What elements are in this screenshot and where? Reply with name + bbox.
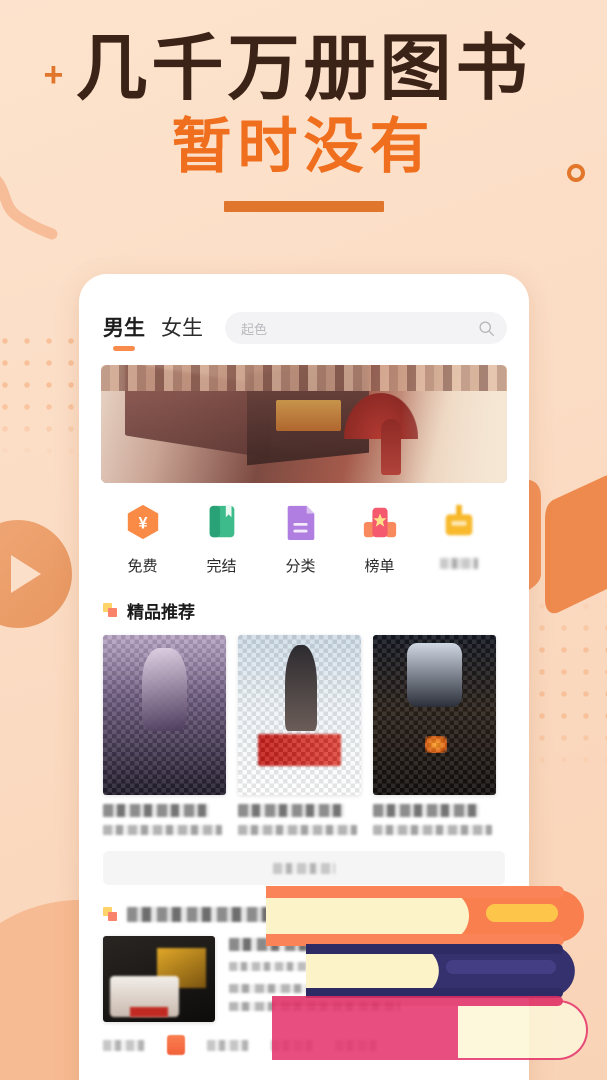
- search-placeholder: 起色: [241, 321, 268, 337]
- book-cover[interactable]: [373, 635, 496, 795]
- list-item-desc-line-censored: [229, 1002, 401, 1011]
- section-header-secondary: [79, 885, 529, 922]
- hot-badge-icon: [167, 1035, 185, 1055]
- svg-text:¥: ¥: [138, 515, 147, 533]
- quicknav-item-ranking[interactable]: 榜单: [340, 503, 419, 576]
- tab-male[interactable]: 男生: [103, 312, 145, 351]
- headline-plus-sign: +: [43, 56, 68, 94]
- square-marker-icon: [103, 907, 118, 922]
- tag-censored[interactable]: [207, 1039, 249, 1051]
- list-item-tags: [79, 1022, 529, 1055]
- headline-block: + 几千万册图书 暂时没有: [0, 32, 607, 212]
- book-cover[interactable]: [238, 635, 361, 795]
- app-top-bar: 男生 女生 起色: [79, 274, 529, 351]
- book-card[interactable]: [103, 635, 226, 835]
- quicknav-item-extra[interactable]: [419, 503, 498, 576]
- hero-banner[interactable]: [101, 365, 507, 483]
- search-input[interactable]: 起色: [225, 312, 507, 344]
- headline-line-1-text: 几千万册图书: [75, 25, 532, 110]
- tab-female[interactable]: 女生: [161, 312, 203, 351]
- play-triangle-icon: [11, 555, 41, 593]
- refresh-button[interactable]: [103, 851, 505, 885]
- section-title-recommended: 精品推荐: [127, 603, 195, 622]
- purple-document-icon: [287, 505, 314, 541]
- phone-mockup: 男生 女生 起色 ¥ 免费 完结 分类 榜单 精品推荐: [79, 274, 529, 1080]
- square-marker-icon: [103, 603, 118, 618]
- quicknav-label-ranking: 榜单: [364, 558, 395, 575]
- list-item-title-censored: [229, 938, 428, 951]
- quicknav-label-finished: 完结: [206, 558, 237, 575]
- section-header-recommended: 精品推荐: [79, 576, 529, 623]
- headline-underline-bar: [223, 201, 384, 212]
- green-book-icon: [209, 505, 234, 538]
- banner-censored-strip: [101, 365, 507, 391]
- section-title-censored: [127, 907, 277, 922]
- tab-male-label: 男生: [103, 317, 145, 340]
- pixelation-overlay: [373, 635, 496, 795]
- book-title-censored: [103, 804, 209, 817]
- book-title-censored: [373, 804, 479, 817]
- book-subtitle-censored: [103, 825, 223, 835]
- pixelation-overlay: [238, 635, 361, 795]
- pixelation-overlay: [103, 635, 226, 795]
- book-subtitle-censored: [373, 825, 493, 835]
- book-subtitle-censored: [238, 825, 358, 835]
- list-item[interactable]: [79, 922, 529, 1022]
- tag-censored[interactable]: [335, 1039, 377, 1051]
- quicknav-item-category[interactable]: 分类: [261, 503, 340, 576]
- list-item-meta: [229, 936, 505, 1022]
- quicknav-label-extra: [419, 555, 498, 573]
- blurred-label: [439, 558, 478, 569]
- book-card[interactable]: [238, 635, 361, 835]
- tag-censored[interactable]: [103, 1039, 145, 1051]
- quicknav-label-category: 分类: [285, 558, 316, 575]
- play-button-decoration: [0, 520, 72, 628]
- list-item-author-censored: [229, 962, 323, 971]
- book-title-censored: [238, 804, 344, 817]
- quicknav-item-finished[interactable]: 完结: [182, 503, 261, 576]
- list-item-cover[interactable]: [103, 936, 215, 1022]
- list-item-desc-line-censored: [229, 984, 505, 993]
- gold-bag-icon: [445, 504, 472, 536]
- book-cover[interactable]: [103, 635, 226, 795]
- banner-lantern: [275, 400, 341, 432]
- tab-female-label: 女生: [161, 317, 203, 340]
- banner-figure: [381, 419, 402, 476]
- quicknav-item-free[interactable]: ¥ 免费: [103, 503, 182, 576]
- yen-hexagon-icon: ¥: [127, 504, 158, 540]
- search-icon[interactable]: [478, 320, 495, 337]
- quick-nav: ¥ 免费 完结 分类 榜单: [79, 483, 529, 576]
- refresh-label-censored: [273, 862, 335, 874]
- headline-line-2: 暂时没有: [171, 112, 436, 182]
- headline-line-1: + 几千万册图书: [43, 32, 531, 104]
- book-card[interactable]: [373, 635, 496, 835]
- dot-grid-decoration-left: [0, 330, 80, 460]
- rank-podium-star-icon: [363, 507, 396, 538]
- book-grid: [79, 623, 529, 835]
- quicknav-label-free: 免费: [127, 558, 158, 575]
- tag-censored[interactable]: [271, 1039, 313, 1051]
